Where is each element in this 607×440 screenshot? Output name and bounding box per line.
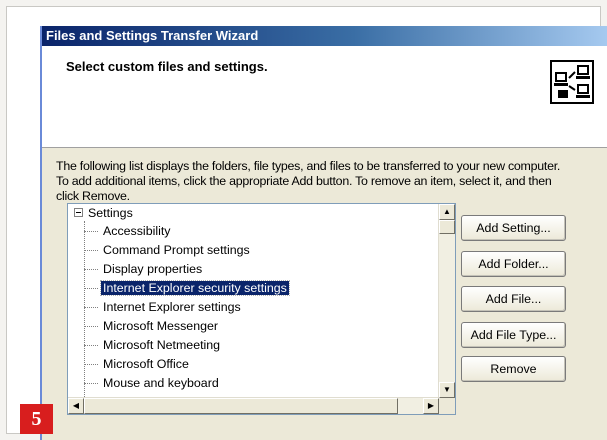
- tree-item-label: Microsoft Office: [103, 357, 189, 371]
- scrollbar-corner: [439, 398, 455, 414]
- tree-item-label: Internet Explorer security settings: [100, 280, 290, 296]
- tree-item[interactable]: Microsoft Messenger: [84, 317, 220, 336]
- collapse-icon[interactable]: [74, 208, 83, 217]
- horizontal-scrollbar[interactable]: ◀ ▶: [68, 397, 439, 414]
- remove-button[interactable]: Remove: [461, 356, 566, 382]
- instructions-line-2: To add additional items, click the appro…: [56, 174, 552, 188]
- tree-item[interactable]: Display properties: [84, 260, 204, 279]
- tree-connector: [84, 383, 98, 385]
- scroll-up-arrow-icon[interactable]: ▲: [439, 204, 455, 220]
- tree-item-label: Display properties: [103, 262, 203, 276]
- add-file-button[interactable]: Add File...: [461, 286, 566, 312]
- vertical-scrollbar[interactable]: ▲ ▼: [438, 204, 455, 398]
- settings-tree-list[interactable]: Settings Accessibility Command Prompt set…: [67, 203, 456, 415]
- instructions-text: The following list displays the folders,…: [56, 159, 601, 204]
- tree-item[interactable]: Internet Explorer settings: [84, 298, 243, 317]
- transfer-wizard-icon: [550, 60, 594, 104]
- instructions-line-3: click Remove.: [56, 189, 130, 203]
- horizontal-scroll-thumb[interactable]: [84, 398, 398, 414]
- tree-root-label: Settings: [88, 206, 133, 220]
- tree-connector: [84, 288, 98, 290]
- add-folder-button[interactable]: Add Folder...: [461, 251, 566, 277]
- tree-root-settings[interactable]: Settings: [74, 204, 133, 222]
- step-number-badge: 5: [20, 404, 53, 434]
- tree-connector: [84, 364, 98, 366]
- add-setting-button[interactable]: Add Setting...: [461, 215, 566, 241]
- tree-item-label: Mouse and keyboard: [103, 376, 219, 390]
- tree-connector: [84, 307, 98, 309]
- tree-item-label: Microsoft Messenger: [103, 319, 218, 333]
- tree-connector: [84, 345, 98, 347]
- tree-item[interactable]: Microsoft Office: [84, 355, 191, 374]
- tree-item[interactable]: Command Prompt settings: [84, 241, 252, 260]
- scroll-right-arrow-icon[interactable]: ▶: [423, 398, 439, 414]
- tree-item[interactable]: Mouse and keyboard: [84, 374, 221, 393]
- wizard-header: Select custom files and settings.: [42, 46, 607, 148]
- tree-item[interactable]: Internet Explorer security settings: [84, 279, 290, 298]
- scroll-down-arrow-icon[interactable]: ▼: [439, 382, 455, 398]
- window-title: Files and Settings Transfer Wizard: [42, 26, 607, 46]
- tree-connector: [84, 326, 98, 328]
- tree-connector: [84, 269, 98, 271]
- tree-item[interactable]: Microsoft Netmeeting: [84, 336, 222, 355]
- tree-item[interactable]: Accessibility: [84, 222, 172, 241]
- scroll-left-arrow-icon[interactable]: ◀: [68, 398, 84, 414]
- instructions-line-1: The following list displays the folders,…: [56, 159, 561, 173]
- tree-connector: [84, 231, 98, 233]
- tree-item-label: Accessibility: [103, 224, 171, 238]
- wizard-window: Files and Settings Transfer Wizard Selec…: [40, 26, 607, 440]
- page-title: Select custom files and settings.: [66, 59, 268, 74]
- tree-item-label: Command Prompt settings: [103, 243, 250, 257]
- add-file-type-button[interactable]: Add File Type...: [461, 322, 566, 348]
- tree-connector: [84, 250, 98, 252]
- tree-item-label: Internet Explorer settings: [103, 300, 241, 314]
- tree-item-label: Microsoft Netmeeting: [103, 338, 221, 352]
- vertical-scroll-thumb[interactable]: [439, 220, 455, 234]
